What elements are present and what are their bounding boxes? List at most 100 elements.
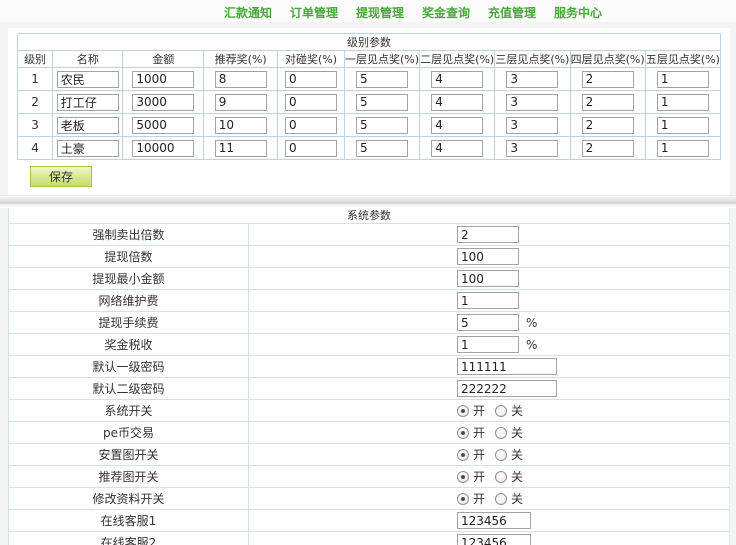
amount-input[interactable] (132, 116, 195, 134)
layer1-award-input[interactable] (355, 116, 408, 134)
nav-item-5[interactable]: 充值管理 (488, 6, 536, 20)
layer5-award-input[interactable] (656, 93, 709, 111)
referral-award-input[interactable] (214, 93, 267, 111)
layer3-award-input[interactable] (506, 116, 559, 134)
level-input-cell (203, 136, 279, 160)
system-row-label: 在线客服1 (9, 510, 249, 531)
system-row-13: 修改资料开关开关 (9, 488, 729, 510)
system-row-value (249, 248, 729, 265)
layer2-award-input[interactable] (431, 93, 484, 111)
radio-off[interactable] (495, 448, 508, 461)
amount-input[interactable] (132, 139, 195, 157)
system-value-input[interactable] (457, 314, 519, 331)
level-input-cell (122, 67, 205, 91)
radio-on[interactable] (457, 448, 469, 461)
radio-on[interactable] (457, 426, 469, 439)
level-input-cell (122, 113, 205, 137)
system-row-label: 奖金税收 (9, 334, 249, 355)
system-value-input[interactable] (457, 534, 531, 545)
nav-item-2[interactable]: 订单管理 (290, 6, 338, 20)
level-input-cell (644, 90, 722, 114)
system-row-value (249, 292, 729, 309)
pairing-award-input[interactable] (284, 116, 337, 134)
layer1-award-input[interactable] (355, 93, 408, 111)
name-input[interactable] (56, 139, 119, 157)
system-row-label: 修改资料开关 (9, 488, 249, 509)
level-input-cell (494, 67, 571, 91)
layer1-award-input[interactable] (355, 139, 408, 157)
level-input-cell (343, 90, 421, 114)
layer1-award-input[interactable] (355, 70, 408, 88)
system-value-input[interactable] (457, 270, 519, 287)
name-input[interactable] (56, 70, 119, 88)
layer4-award-input[interactable] (581, 139, 634, 157)
system-row-label: 推荐图开关 (9, 466, 249, 487)
system-row-6: 奖金税收% (9, 334, 729, 356)
save-button[interactable]: 保存 (30, 166, 92, 187)
pairing-award-input[interactable] (284, 139, 337, 157)
layer2-award-input[interactable] (431, 116, 484, 134)
system-row-value: 开关 (249, 446, 729, 463)
radio-off[interactable] (495, 404, 508, 417)
system-value-input[interactable] (457, 226, 519, 243)
system-value-input[interactable] (457, 512, 531, 529)
layer4-award-input[interactable] (581, 116, 634, 134)
layer4-award-input[interactable] (581, 93, 634, 111)
name-input[interactable] (56, 116, 119, 134)
system-row-label: 系统开关 (9, 400, 249, 421)
layer5-award-input[interactable] (656, 70, 709, 88)
level-input-cell (494, 136, 571, 160)
system-row-value: % (249, 314, 729, 331)
system-row-label: 提现倍数 (9, 246, 249, 267)
radio-off[interactable] (495, 470, 508, 483)
referral-award-input[interactable] (214, 70, 267, 88)
system-value-input[interactable] (457, 336, 519, 353)
level-col-header-9: 四层见点奖(%) (569, 50, 646, 68)
level-input-cell (203, 113, 279, 137)
radio-on[interactable] (457, 404, 469, 417)
layer3-award-input[interactable] (506, 93, 559, 111)
nav-item-4[interactable]: 奖金查询 (422, 6, 470, 20)
system-value-input[interactable] (457, 358, 557, 375)
layer5-award-input[interactable] (656, 139, 709, 157)
pairing-award-input[interactable] (284, 93, 337, 111)
level-input-cell (277, 136, 345, 160)
system-row-label: 默认二级密码 (9, 378, 249, 399)
radio-label-off: 关 (511, 470, 524, 484)
nav-item-6[interactable]: 服务中心 (554, 6, 602, 20)
referral-award-input[interactable] (214, 139, 267, 157)
radio-on[interactable] (457, 470, 469, 483)
amount-input[interactable] (132, 93, 195, 111)
nav-item-1[interactable]: 汇款通知 (224, 6, 272, 20)
level-input-cell (343, 136, 421, 160)
layer2-award-input[interactable] (431, 70, 484, 88)
radio-on[interactable] (457, 492, 469, 505)
name-input[interactable] (56, 93, 119, 111)
system-value-input[interactable] (457, 380, 557, 397)
system-value-input[interactable] (457, 248, 519, 265)
nav-item-3[interactable]: 提现管理 (356, 6, 404, 20)
radio-off[interactable] (495, 426, 508, 439)
layer3-award-input[interactable] (506, 139, 559, 157)
level-input-cell (52, 90, 124, 114)
layer2-award-input[interactable] (431, 139, 484, 157)
system-row-label: 安置图开关 (9, 444, 249, 465)
level-input-cell (122, 90, 205, 114)
level-table-title: 级别参数 (17, 33, 721, 51)
referral-award-input[interactable] (214, 116, 267, 134)
system-value-input[interactable] (457, 292, 519, 309)
layer4-award-input[interactable] (581, 70, 634, 88)
system-row-15: 在线客服2 (9, 532, 729, 545)
level-input-cell (494, 113, 571, 137)
layer5-award-input[interactable] (656, 116, 709, 134)
radio-off[interactable] (495, 492, 508, 505)
system-row-value (249, 380, 729, 397)
system-row-label: 默认一级密码 (9, 356, 249, 377)
layer3-award-input[interactable] (506, 70, 559, 88)
pairing-award-input[interactable] (284, 70, 337, 88)
level-input-cell (644, 67, 722, 91)
level-input-cell (52, 113, 124, 137)
system-row-5: 提现手续费% (9, 312, 729, 334)
system-row-value (249, 226, 729, 243)
amount-input[interactable] (132, 70, 195, 88)
